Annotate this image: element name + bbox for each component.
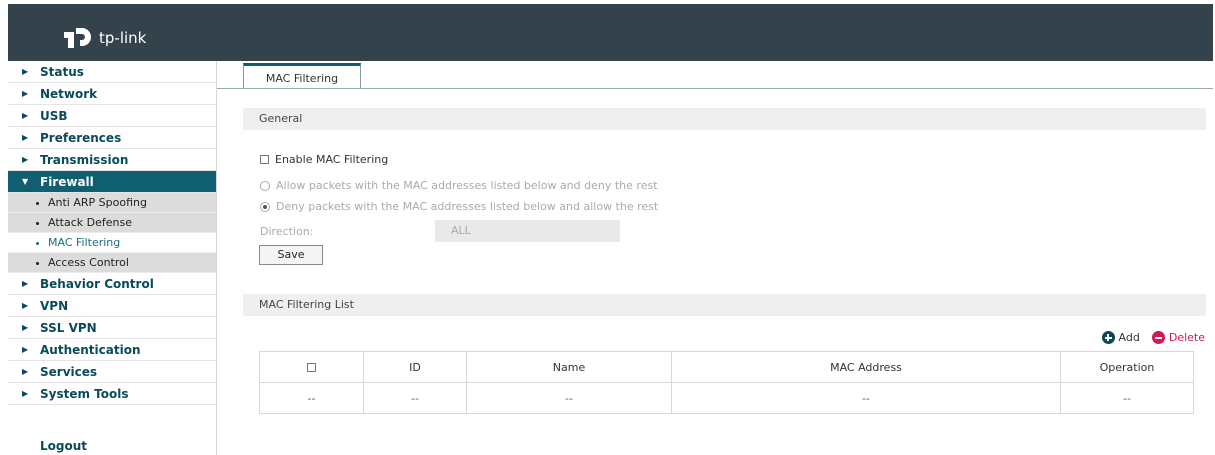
sidebar-item-label: Transmission [40,153,129,167]
sidebar-subitem-label: Attack Defense [48,216,132,229]
save-button[interactable]: Save [259,245,323,265]
mac-filtering-list-section-header: MAC Filtering List [243,294,1206,316]
deny-option-row: Deny packets with the MAC addresses list… [260,200,658,213]
table-header-row: ID Name MAC Address Operation [259,351,1194,383]
logout-link[interactable]: Logout [40,439,87,453]
tab-mac-filtering[interactable]: MAC Filtering [243,63,361,88]
table-cell-select: -- [259,382,364,414]
caret-right-icon: ▶ [22,133,29,142]
sidebar-subitem-attack-defense[interactable]: Attack Defense [8,213,216,233]
sidebar-item-network[interactable]: ▶ Network [8,83,216,105]
allow-option-radio[interactable] [260,180,270,191]
table-cell-id: -- [363,382,467,414]
bullet-icon [36,222,39,225]
column-header-id: ID [363,351,467,383]
mac-filtering-table: ID Name MAC Address Operation -- -- -- -… [259,351,1194,414]
sidebar-item-label: Network [40,87,98,101]
sidebar-item-label: Preferences [40,131,122,145]
caret-right-icon: ▶ [22,89,29,98]
direction-label: Direction: [260,225,314,238]
list-toolbar: Add Delete [1090,331,1205,344]
logo-text: tp-link [99,29,147,47]
caret-right-icon: ▶ [22,367,29,376]
allow-option-row: Allow packets with the MAC addresses lis… [260,179,658,192]
sidebar-subitem-label: Access Control [48,256,129,269]
sidebar-item-label: System Tools [40,387,129,401]
sidebar-item-label: USB [40,109,68,123]
sidebar-item-services[interactable]: ▶ Services [8,361,216,383]
sidebar: ▶ Status ▶ Network ▶ USB ▶ Preferences ▶ Tran… [8,61,217,455]
caret-down-icon: ▼ [22,177,29,186]
allow-option-label: Allow packets with the MAC addresses lis… [276,179,658,192]
sidebar-item-label: Services [40,365,98,379]
sidebar-item-label: Firewall [40,175,94,189]
bullet-icon [36,202,39,205]
sidebar-subitem-label: MAC Filtering [48,236,121,249]
delete-button[interactable]: Delete [1151,331,1205,344]
caret-right-icon: ▶ [22,279,29,288]
sidebar-item-preferences[interactable]: ▶ Preferences [8,127,216,149]
table-row: -- -- -- -- -- [259,382,1194,414]
table-cell-name: -- [466,382,672,414]
enable-mac-filtering-row: Enable MAC Filtering [260,153,388,166]
caret-right-icon: ▶ [22,345,29,354]
select-all-cell [259,351,364,383]
sidebar-item-label: Status [40,65,84,79]
sidebar-subitem-access-control[interactable]: Access Control [8,253,216,273]
sidebar-subitem-mac-filtering[interactable]: MAC Filtering [8,233,216,253]
sidebar-item-label: VPN [40,299,69,313]
sidebar-subitem-label: Anti ARP Spoofing [48,196,147,209]
enable-mac-filtering-label: Enable MAC Filtering [275,153,389,166]
caret-right-icon: ▶ [22,323,29,332]
table-cell-mac: -- [671,382,1061,414]
sidebar-item-behavior-control[interactable]: ▶ Behavior Control [8,273,216,295]
select-all-checkbox[interactable] [307,363,316,372]
table-cell-operation: -- [1060,382,1194,414]
sidebar-item-authentication[interactable]: ▶ Authentication [8,339,216,361]
deny-option-radio[interactable] [260,201,270,212]
sidebar-item-label: Behavior Control [40,277,154,291]
sidebar-item-label: Authentication [40,343,141,357]
deny-option-label: Deny packets with the MAC addresses list… [276,200,659,213]
sidebar-subitem-anti-arp-spoofing[interactable]: Anti ARP Spoofing [8,193,216,213]
caret-right-icon: ▶ [22,301,29,310]
general-section-header: General [243,108,1206,130]
sidebar-item-status[interactable]: ▶ Status [8,61,216,83]
sidebar-item-system-tools[interactable]: ▶ System Tools [8,383,216,405]
sidebar-item-firewall[interactable]: ▼ Firewall [8,171,216,193]
add-button[interactable]: Add [1101,331,1140,344]
column-header-mac-address: MAC Address [671,351,1061,383]
tp-link-logo-icon [64,28,91,48]
caret-right-icon: ▶ [22,67,29,76]
tab-bar: MAC Filtering [217,61,1213,89]
direction-select[interactable]: ALL [435,220,620,242]
delete-label: Delete [1168,331,1205,344]
top-header: tp-link [8,4,1213,61]
sidebar-item-usb[interactable]: ▶ USB [8,105,216,127]
caret-right-icon: ▶ [22,155,29,164]
add-label: Add [1118,331,1140,344]
sidebar-item-transmission[interactable]: ▶ Transmission [8,149,216,171]
caret-right-icon: ▶ [22,111,29,120]
sidebar-item-vpn[interactable]: ▶ VPN [8,295,216,317]
bullet-icon [36,262,39,265]
column-header-name: Name [466,351,672,383]
column-header-operation: Operation [1060,351,1194,383]
add-circle-icon [1101,331,1115,344]
sidebar-item-label: SSL VPN [40,321,97,335]
sidebar-item-ssl-vpn[interactable]: ▶ SSL VPN [8,317,216,339]
bullet-icon [36,242,39,245]
tp-link-logo: tp-link [62,24,146,52]
delete-circle-icon [1151,331,1165,344]
caret-right-icon: ▶ [22,389,29,398]
enable-mac-filtering-checkbox[interactable] [260,155,269,164]
